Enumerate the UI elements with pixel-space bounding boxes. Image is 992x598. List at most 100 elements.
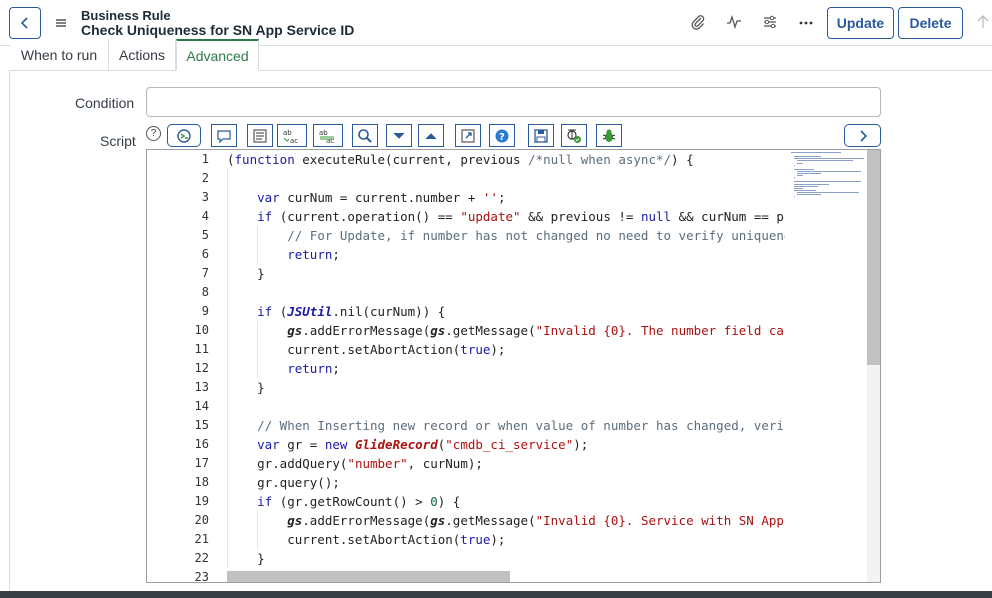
- code-line[interactable]: }: [227, 378, 785, 397]
- back-button[interactable]: [9, 7, 41, 39]
- minimap-line: [794, 185, 819, 187]
- minimap-line: [794, 187, 803, 189]
- minimap-line: [797, 170, 862, 172]
- sliders-icon[interactable]: [760, 12, 780, 32]
- format-icon: [253, 129, 267, 142]
- minimap-line: [794, 164, 795, 166]
- code-line[interactable]: return;: [227, 359, 785, 378]
- code-line[interactable]: current.setAbortAction(true);: [227, 340, 785, 359]
- line-number: 8: [201, 285, 209, 299]
- replace-all-button[interactable]: ab ac: [313, 124, 343, 147]
- line-number: 10: [194, 323, 209, 337]
- line-number: 15: [194, 418, 209, 432]
- editor-help-button[interactable]: ?: [489, 124, 515, 147]
- prev-match-button[interactable]: [418, 124, 444, 147]
- condition-input[interactable]: [146, 87, 881, 117]
- line-number: 17: [194, 456, 209, 470]
- line-number: 22: [194, 551, 209, 565]
- minimap-line: [794, 156, 821, 158]
- hamburger-icon[interactable]: [55, 16, 67, 28]
- code-line[interactable]: if (gr.getRowCount() > 0) {: [227, 492, 785, 511]
- code-line[interactable]: [227, 397, 785, 416]
- replace-button[interactable]: ab ac: [277, 124, 307, 147]
- search-button[interactable]: [352, 124, 378, 147]
- svg-text:?: ?: [499, 132, 505, 143]
- prev-match-icon: [425, 132, 437, 139]
- code-line[interactable]: [227, 283, 785, 302]
- code-minimap[interactable]: [785, 150, 867, 582]
- code-line[interactable]: return;: [227, 245, 785, 264]
- line-number: 16: [194, 437, 209, 451]
- line-number: 7: [201, 266, 209, 280]
- code-line[interactable]: gr.query();: [227, 473, 785, 492]
- paperclip-icon[interactable]: [688, 12, 708, 32]
- minimap-line: [794, 177, 795, 179]
- code-line[interactable]: gr.addQuery("number", curNum);: [227, 454, 785, 473]
- next-match-button[interactable]: [386, 124, 412, 147]
- code-line[interactable]: // When Inserting new record or when val…: [227, 416, 785, 435]
- tab-actions[interactable]: Actions: [109, 39, 176, 70]
- vertical-scrollbar[interactable]: [867, 150, 880, 365]
- code-line[interactable]: current.setAbortAction(true);: [227, 530, 785, 549]
- code-line[interactable]: var gr = new GlideRecord("cmdb_ci_servic…: [227, 435, 785, 454]
- line-number: 1: [201, 152, 209, 166]
- minimap-line: [794, 183, 830, 185]
- tab-when-to-run[interactable]: When to run: [10, 39, 109, 70]
- fullscreen-button[interactable]: [455, 124, 481, 147]
- line-number-gutter: 1 2 3 4 5 6 7 8 9 10 11 12 13 14 15 16 17 18 19 20 21 22 23: [147, 150, 209, 582]
- delete-button[interactable]: Delete: [898, 7, 963, 39]
- code-line[interactable]: [227, 169, 785, 188]
- format-code-button[interactable]: [247, 124, 273, 147]
- line-number: 9: [201, 304, 209, 318]
- minimap-line: [794, 168, 815, 170]
- code-line[interactable]: if (current.operation() == "update" && p…: [227, 207, 785, 226]
- code-line[interactable]: gs.addErrorMessage(gs.getMessage("Invali…: [227, 511, 785, 530]
- code-line[interactable]: }: [227, 549, 785, 568]
- line-number: 3: [201, 190, 209, 204]
- code-area[interactable]: (function executeRule(current, previous …: [227, 150, 785, 582]
- scroll-top-icon[interactable]: [973, 12, 992, 32]
- field-help-icon[interactable]: ?: [146, 126, 161, 141]
- svg-text:ab: ab: [319, 129, 328, 137]
- record-name: Check Uniqueness for SN App Service ID: [81, 22, 355, 38]
- condition-label: Condition: [75, 95, 135, 111]
- line-number: 4: [201, 209, 209, 223]
- expand-panel-button[interactable]: [844, 124, 881, 147]
- line-number: 19: [194, 494, 209, 508]
- debug-button[interactable]: [596, 124, 622, 147]
- replace-all-icon: abac: [319, 129, 334, 144]
- tab-advanced[interactable]: Advanced: [176, 39, 259, 71]
- line-number: 14: [194, 399, 209, 413]
- code-line[interactable]: }: [227, 264, 785, 283]
- record-title: Business Rule Check Uniqueness for SN Ap…: [81, 8, 354, 38]
- line-number: 6: [201, 247, 209, 261]
- syntax-check-button[interactable]: [561, 124, 587, 147]
- line-number: 13: [194, 380, 209, 394]
- more-icon[interactable]: [796, 12, 816, 32]
- script-editor[interactable]: 1 2 3 4 5 6 7 8 9 10 11 12 13 14 15 16 17 18 19 20 21 22 23 (f…: [146, 149, 881, 583]
- back-icon: [20, 17, 28, 29]
- svg-text:ac: ac: [290, 137, 298, 144]
- minimap-line: [797, 160, 853, 162]
- minimap-line: [797, 175, 803, 177]
- toggle-comment-button[interactable]: [211, 124, 237, 147]
- minimap-line: [794, 196, 795, 198]
- line-number: 21: [194, 532, 209, 546]
- minimap-line: [794, 189, 816, 191]
- os-taskbar: [0, 591, 992, 598]
- horizontal-scrollbar[interactable]: [227, 571, 510, 582]
- code-line[interactable]: (function executeRule(current, previous …: [227, 150, 785, 169]
- code-line[interactable]: // For Update, if number has not changed…: [227, 226, 785, 245]
- expand-panel-icon: [859, 129, 867, 142]
- syntax-check-icon: [567, 129, 581, 143]
- code-line[interactable]: if (JSUtil.nil(curNum)) {: [227, 302, 785, 321]
- activity-icon[interactable]: [724, 12, 744, 32]
- save-script-button[interactable]: [528, 124, 554, 147]
- update-button[interactable]: Update: [827, 7, 894, 39]
- script-include-button[interactable]: [167, 124, 201, 147]
- script-include-icon: [177, 128, 191, 143]
- line-number: 2: [201, 171, 209, 185]
- code-line[interactable]: var curNum = current.number + '';: [227, 188, 785, 207]
- code-line[interactable]: gs.addErrorMessage(gs.getMessage("Invali…: [227, 321, 785, 340]
- debug-icon: [602, 129, 616, 142]
